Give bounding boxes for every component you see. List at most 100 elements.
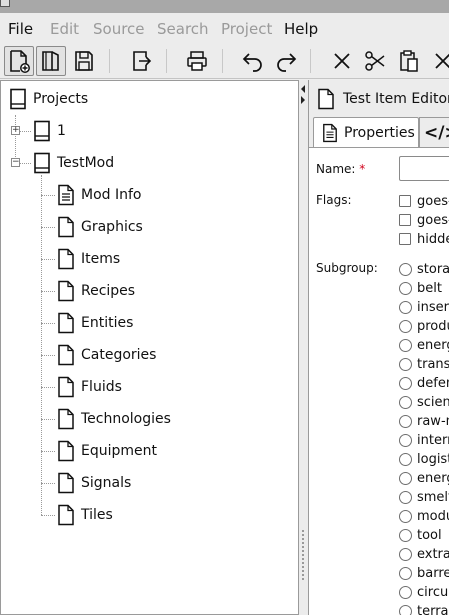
- menu-file[interactable]: File: [8, 20, 33, 38]
- collapse-toggle-testmod[interactable]: −: [11, 158, 20, 167]
- subgroup-radio-7[interactable]: science-pack: [399, 393, 449, 411]
- tree-item-label: TestMod: [57, 155, 115, 171]
- subgroup-radio-17[interactable]: circuit-network: [399, 583, 449, 601]
- collapse-left-arrow-icon[interactable]: [301, 85, 305, 93]
- subgroup-radio-0[interactable]: storage: [399, 260, 449, 278]
- tree-item-mod-info[interactable]: Mod Info: [55, 182, 141, 208]
- paste-button[interactable]: [394, 46, 424, 76]
- project-book-icon: [31, 151, 53, 175]
- subgroup-radio-11[interactable]: energy: [399, 469, 449, 487]
- delete-button[interactable]: [327, 46, 357, 76]
- subgroup-radio-18[interactable]: terrain: [399, 602, 449, 615]
- tree-item-technologies[interactable]: Technologies: [55, 406, 171, 432]
- editor-title: Test Item Editor 1: [343, 91, 449, 107]
- subgroup-radio-6[interactable]: defensive-structure: [399, 374, 449, 392]
- name-input[interactable]: [399, 156, 449, 181]
- radio-icon: [399, 509, 412, 523]
- toolbar-separator: [222, 49, 223, 73]
- radio-icon: [399, 414, 412, 428]
- subgroup-radio-8[interactable]: raw-material: [399, 412, 449, 430]
- undo-icon: [242, 53, 262, 72]
- collapse-right-arrow-icon[interactable]: [301, 96, 305, 104]
- project-book-icon: [31, 119, 53, 143]
- tree-item-project-1[interactable]: 1: [31, 118, 66, 144]
- subgroup-radio-16[interactable]: barrel: [399, 564, 449, 582]
- open-project-button[interactable]: [36, 46, 66, 76]
- flag-checkbox-2[interactable]: hidden: [399, 230, 449, 248]
- folder-document-icon: [55, 407, 77, 431]
- properties-form: Name: * Flags: goes-to-quickbar goes-to-…: [309, 147, 449, 615]
- checkbox-icon: [399, 233, 411, 245]
- delete-icon: [334, 53, 350, 69]
- subgroup-radio-15[interactable]: extraction-machine: [399, 545, 449, 563]
- redo-button[interactable]: [271, 46, 301, 76]
- tree-item-categories[interactable]: Categories: [55, 342, 156, 368]
- tree-root-projects[interactable]: Projects: [7, 86, 88, 112]
- folder-document-icon: [55, 439, 77, 463]
- new-file-button[interactable]: [4, 46, 34, 76]
- subgroup-radio-1[interactable]: belt: [399, 279, 442, 297]
- name-label: Name: *: [316, 162, 366, 176]
- checkbox-icon: [399, 214, 411, 226]
- tree-item-label: Categories: [81, 347, 157, 363]
- paste-icon: [400, 50, 418, 72]
- flag-checkbox-0[interactable]: goes-to-quickbar: [399, 192, 449, 210]
- properties-document-icon: [322, 123, 338, 143]
- menu-search[interactable]: Search: [157, 20, 209, 38]
- toolbar-separator: [310, 49, 311, 73]
- tab-source[interactable]: </>: [419, 117, 449, 147]
- radio-icon: [399, 547, 412, 561]
- tree-root-label: Projects: [33, 91, 89, 107]
- save-button[interactable]: [69, 46, 99, 76]
- tree-item-project-testmod[interactable]: TestMod: [31, 150, 114, 176]
- subgroup-radio-12[interactable]: smelting-machine: [399, 488, 449, 506]
- flag-checkbox-1[interactable]: goes-to-main-inventory: [399, 211, 449, 229]
- tree-item-label: Graphics: [81, 219, 143, 235]
- subgroup-radio-14[interactable]: tool: [399, 526, 442, 544]
- close-button[interactable]: [428, 46, 449, 76]
- tree-item-fluids[interactable]: Fluids: [55, 374, 122, 400]
- radio-icon: [399, 357, 412, 371]
- menu-source[interactable]: Source: [93, 20, 145, 38]
- print-button[interactable]: [182, 46, 212, 76]
- subgroup-radio-5[interactable]: transport: [399, 355, 449, 373]
- tree-item-equipment[interactable]: Equipment: [55, 438, 157, 464]
- tree-item-tiles[interactable]: Tiles: [55, 502, 113, 528]
- tree-item-entities[interactable]: Entities: [55, 310, 133, 336]
- radio-icon: [399, 604, 412, 615]
- project-tree: Projects + 1 − TestMod Mod Info Graphics…: [0, 80, 299, 615]
- menu-help[interactable]: Help: [284, 20, 318, 38]
- menu-bar: File Edit Source Search Project Help: [0, 13, 449, 43]
- editor-title-tab[interactable]: Test Item Editor 1: [309, 82, 449, 116]
- export-button[interactable]: [127, 46, 157, 76]
- tree-item-label: Signals: [81, 475, 132, 491]
- open-project-icon: [42, 51, 59, 71]
- undo-button[interactable]: [238, 46, 268, 76]
- subgroup-radio-2[interactable]: inserter: [399, 298, 449, 316]
- new-file-icon: [10, 50, 30, 73]
- tree-item-items[interactable]: Items: [55, 246, 120, 272]
- tree-connector: [41, 483, 55, 484]
- tree-connector: [41, 515, 55, 516]
- cut-button[interactable]: [360, 46, 390, 76]
- tree-connector: [41, 419, 55, 420]
- subgroup-radio-10[interactable]: logistic-network: [399, 450, 449, 468]
- tree-connector: [41, 227, 55, 228]
- subgroup-radio-4[interactable]: energy-pipe-distribution: [399, 336, 449, 354]
- subgroup-radio-13[interactable]: module: [399, 507, 449, 525]
- tab-properties[interactable]: Properties: [313, 117, 419, 147]
- tree-item-graphics[interactable]: Graphics: [55, 214, 143, 240]
- tab-properties-label: Properties: [344, 124, 415, 141]
- menu-edit[interactable]: Edit: [50, 20, 79, 38]
- tree-connector: [41, 387, 55, 388]
- menu-project[interactable]: Project: [221, 20, 272, 38]
- split-divider[interactable]: [299, 80, 308, 615]
- tree-item-signals[interactable]: Signals: [55, 470, 131, 496]
- subgroup-radio-9[interactable]: intermediate-product: [399, 431, 449, 449]
- window-title-bar: [0, 0, 449, 13]
- expand-toggle-project-1[interactable]: +: [11, 126, 20, 135]
- cut-icon: [365, 51, 385, 71]
- subgroup-radio-3[interactable]: production-machine: [399, 317, 449, 335]
- folder-document-icon: [55, 471, 77, 495]
- tree-item-recipes[interactable]: Recipes: [55, 278, 135, 304]
